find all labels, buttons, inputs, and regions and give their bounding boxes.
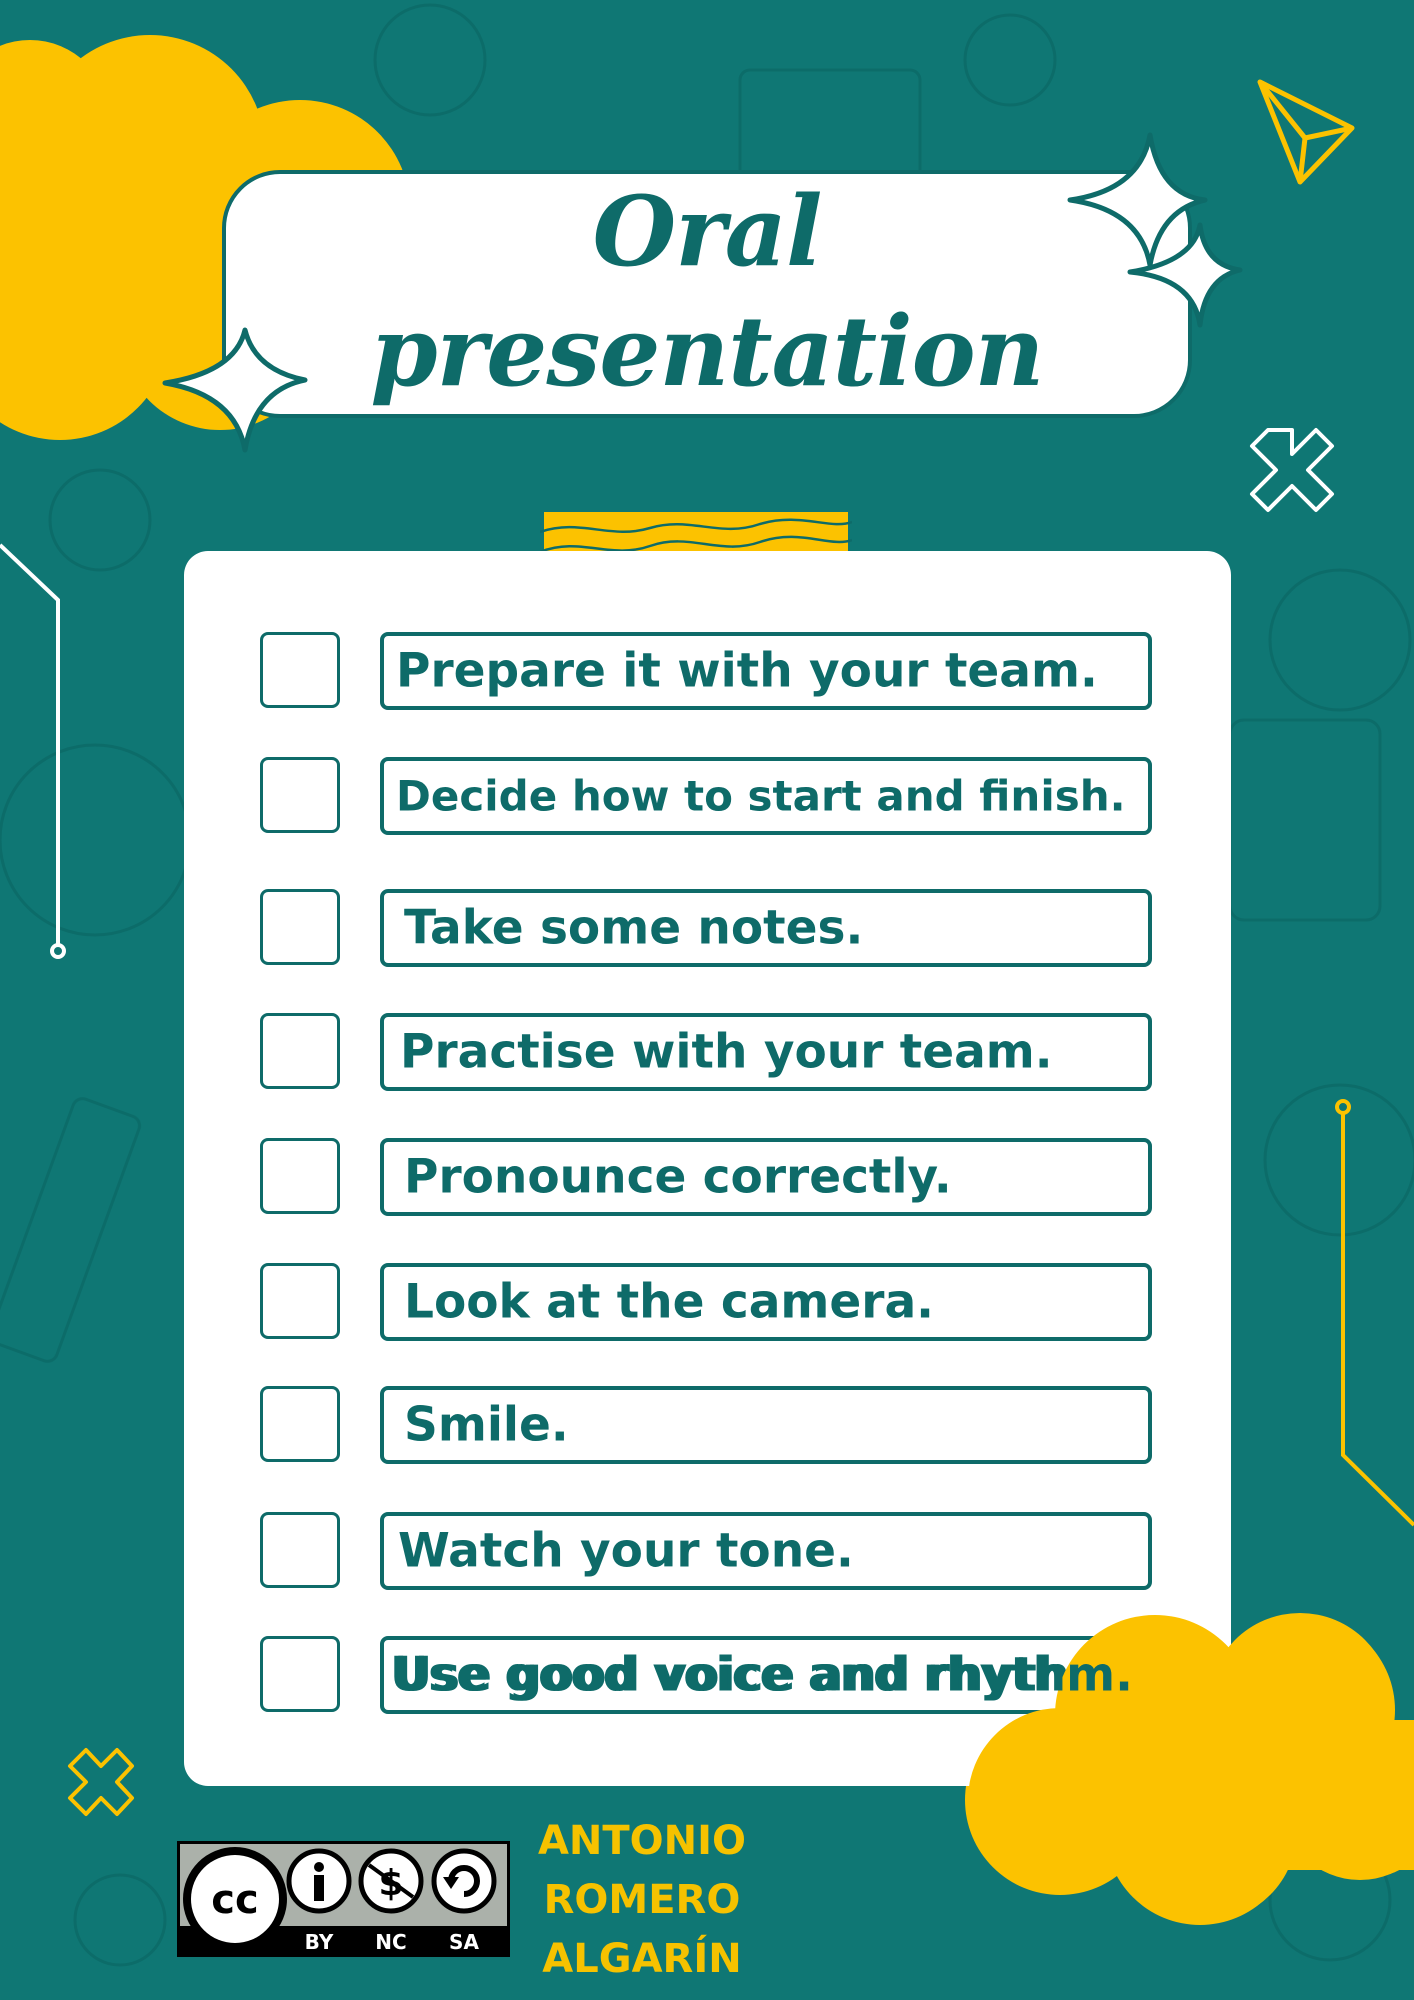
cc-license-badge: cc $ BY NC SA: [177, 1841, 510, 1957]
svg-text:cc: cc: [211, 1877, 258, 1923]
checkbox-8[interactable]: [260, 1512, 340, 1588]
checklist-item-9: Use good voice and rhythm.: [380, 1636, 1152, 1714]
checklist-item-label: Watch your tone.: [398, 1523, 854, 1579]
checklist-item-7: Smile.: [380, 1386, 1152, 1464]
checkbox-1[interactable]: [260, 632, 340, 708]
license-sa-label: SA: [449, 1930, 479, 1954]
checklist-item-label: Practise with your team.: [400, 1024, 1053, 1080]
license-by-label: BY: [305, 1930, 334, 1954]
checkbox-7[interactable]: [260, 1386, 340, 1462]
x-mark-icon-yellow: [68, 1748, 134, 1816]
svg-text:$: $: [378, 1863, 403, 1904]
checklist-item-2: Decide how to start and finish.: [380, 757, 1152, 835]
checklist-item-label: Look at the camera.: [404, 1274, 935, 1330]
checklist-item-8: Watch your tone.: [380, 1512, 1152, 1590]
checkbox-3[interactable]: [260, 889, 340, 965]
author-line-1: ANTONIO: [537, 1818, 747, 1864]
checklist-item-label: Pronounce correctly.: [404, 1149, 952, 1205]
checklist-item-5: Pronounce correctly.: [380, 1138, 1152, 1216]
checklist-item-label: Prepare it with your team.: [396, 643, 1098, 699]
right-line-decoration: [1335, 1099, 1414, 1527]
license-nc-label: NC: [375, 1930, 406, 1954]
author-line-3: ALGARÍN: [542, 1936, 742, 1982]
checklist-item-4: Practise with your team.: [380, 1013, 1152, 1091]
checkbox-4[interactable]: [260, 1013, 340, 1089]
by-person-icon: [286, 1848, 352, 1914]
checkbox-6[interactable]: [260, 1263, 340, 1339]
nc-no-dollar-icon: $: [358, 1848, 424, 1914]
sparkle-icon: [162, 327, 308, 453]
checklist-item-label: Use good voice and rhythm.: [394, 1647, 1137, 1703]
checklist-item-3: Take some notes.: [380, 889, 1152, 967]
checklist-item-label: Take some notes.: [404, 900, 864, 956]
checkbox-5[interactable]: [260, 1138, 340, 1214]
checklist-item-label: Smile.: [404, 1397, 569, 1453]
left-line-decoration: [0, 543, 66, 959]
author-line-2: ROMERO: [543, 1877, 741, 1923]
sparkle-icon: [1067, 132, 1208, 268]
checklist-item-label: Decide how to start and finish.: [396, 771, 1126, 821]
checklist-item-6: Look at the camera.: [380, 1263, 1152, 1341]
checkbox-9[interactable]: [260, 1636, 340, 1712]
cc-icon: cc: [183, 1847, 287, 1951]
author-name: ANTONIO ROMERO ALGARÍN: [522, 1812, 762, 1989]
checklist-item-1: Prepare it with your team.: [380, 632, 1152, 710]
sa-share-alike-icon: [431, 1848, 497, 1914]
checkbox-2[interactable]: [260, 757, 340, 833]
